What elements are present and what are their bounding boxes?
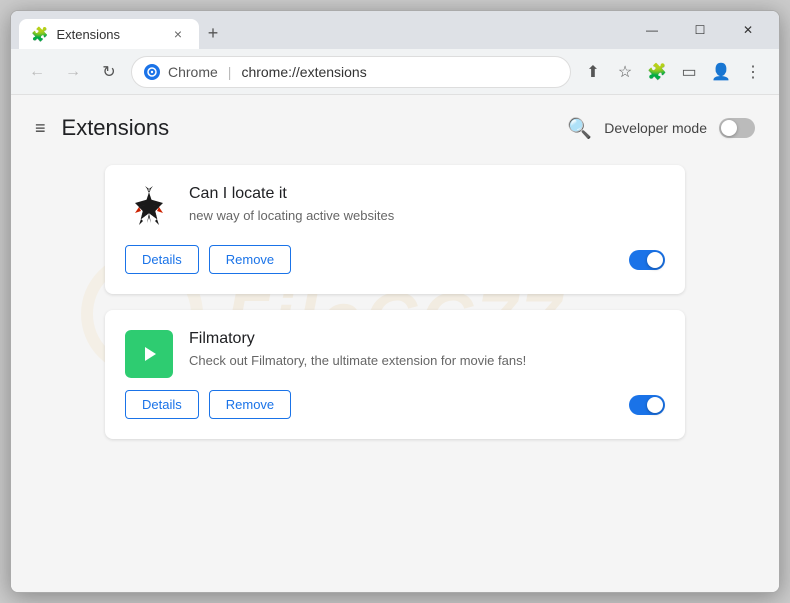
toggle-wrap-filmatory (629, 395, 665, 415)
site-favicon (144, 64, 160, 80)
card-top-filmatory: Filmatory Check out Filmatory, the ultim… (125, 330, 665, 378)
tab-area: 🧩 Extensions × + (19, 11, 617, 49)
url-path: chrome://extensions (241, 64, 366, 80)
extension-card-can-i-locate-it: Can I locate it new way of locating acti… (105, 165, 685, 294)
url-bar[interactable]: Chrome | chrome://extensions (131, 56, 571, 88)
header-left: ≡ Extensions (35, 115, 169, 141)
profile-button[interactable]: 👤 (707, 58, 735, 86)
extension-info-filmatory: Filmatory Check out Filmatory, the ultim… (189, 330, 665, 370)
toggle-knob (647, 397, 663, 413)
remove-button-can-i-locate-it[interactable]: Remove (209, 245, 291, 274)
url-separator: | (228, 64, 232, 80)
address-bar: ← → ↻ Chrome | chrome://extensions ⬆ ☆ 🧩… (11, 49, 779, 95)
toggle-knob (721, 120, 737, 136)
extensions-button[interactable]: 🧩 (643, 58, 671, 86)
maximize-button[interactable]: ☐ (677, 14, 723, 46)
bookmark-button[interactable]: ☆ (611, 58, 639, 86)
extension-icon-filmatory (125, 330, 173, 378)
extension-icon-can-i-locate-it (125, 185, 173, 233)
filmatory-icon (125, 330, 173, 378)
toggle-wrap-can-i-locate-it (629, 250, 665, 270)
close-button[interactable]: ✕ (725, 14, 771, 46)
extension-toggle-filmatory[interactable] (629, 395, 665, 415)
browser-window: 🧩 Extensions × + — ☐ ✕ ← → ↻ Chrome (10, 10, 780, 593)
header-right: 🔍 Developer mode (567, 116, 755, 141)
extension-desc-can-i-locate-it: new way of locating active websites (189, 207, 665, 225)
menu-button[interactable]: ⋮ (739, 58, 767, 86)
extension-card-filmatory: Filmatory Check out Filmatory, the ultim… (105, 310, 685, 439)
card-top: Can I locate it new way of locating acti… (125, 185, 665, 233)
tab-close-button[interactable]: × (169, 25, 187, 43)
toggle-knob (647, 252, 663, 268)
tab-extensions-icon: 🧩 (31, 26, 48, 43)
extension-toggle-can-i-locate-it[interactable] (629, 250, 665, 270)
developer-mode-toggle[interactable] (719, 118, 755, 138)
title-bar: 🧩 Extensions × + — ☐ ✕ (11, 11, 779, 49)
extensions-page: ≡ Extensions 🔍 Developer mode (11, 95, 779, 475)
new-tab-button[interactable]: + (199, 19, 227, 47)
active-tab[interactable]: 🧩 Extensions × (19, 19, 199, 49)
search-icon[interactable]: 🔍 (567, 116, 592, 141)
card-bottom-filmatory: Details Remove (125, 390, 665, 419)
back-button[interactable]: ← (23, 58, 51, 86)
toolbar-icons: ⬆ ☆ 🧩 ▭ 👤 ⋮ (579, 58, 767, 86)
details-button-can-i-locate-it[interactable]: Details (125, 245, 199, 274)
developer-mode-label: Developer mode (604, 120, 707, 136)
remove-button-filmatory[interactable]: Remove (209, 390, 291, 419)
extension-name-filmatory: Filmatory (189, 330, 665, 348)
window-controls: — ☐ ✕ (629, 14, 771, 46)
extension-desc-filmatory: Check out Filmatory, the ultimate extens… (189, 352, 665, 370)
reload-button[interactable]: ↻ (95, 58, 123, 86)
minimize-button[interactable]: — (629, 14, 675, 46)
page-content: FileCC77 ≡ Extensions 🔍 Developer mode (11, 95, 779, 592)
extensions-header: ≡ Extensions 🔍 Developer mode (35, 115, 755, 141)
details-button-filmatory[interactable]: Details (125, 390, 199, 419)
extension-name-can-i-locate-it: Can I locate it (189, 185, 665, 203)
forward-button[interactable]: → (59, 58, 87, 86)
tab-label: Extensions (56, 27, 120, 42)
extension-info-can-i-locate-it: Can I locate it new way of locating acti… (189, 185, 665, 225)
page-title: Extensions (62, 115, 170, 141)
card-bottom-can-i-locate-it: Details Remove (125, 245, 665, 274)
share-button[interactable]: ⬆ (579, 58, 607, 86)
sidebar-button[interactable]: ▭ (675, 58, 703, 86)
url-domain: Chrome (168, 64, 218, 80)
hamburger-icon[interactable]: ≡ (35, 118, 46, 139)
